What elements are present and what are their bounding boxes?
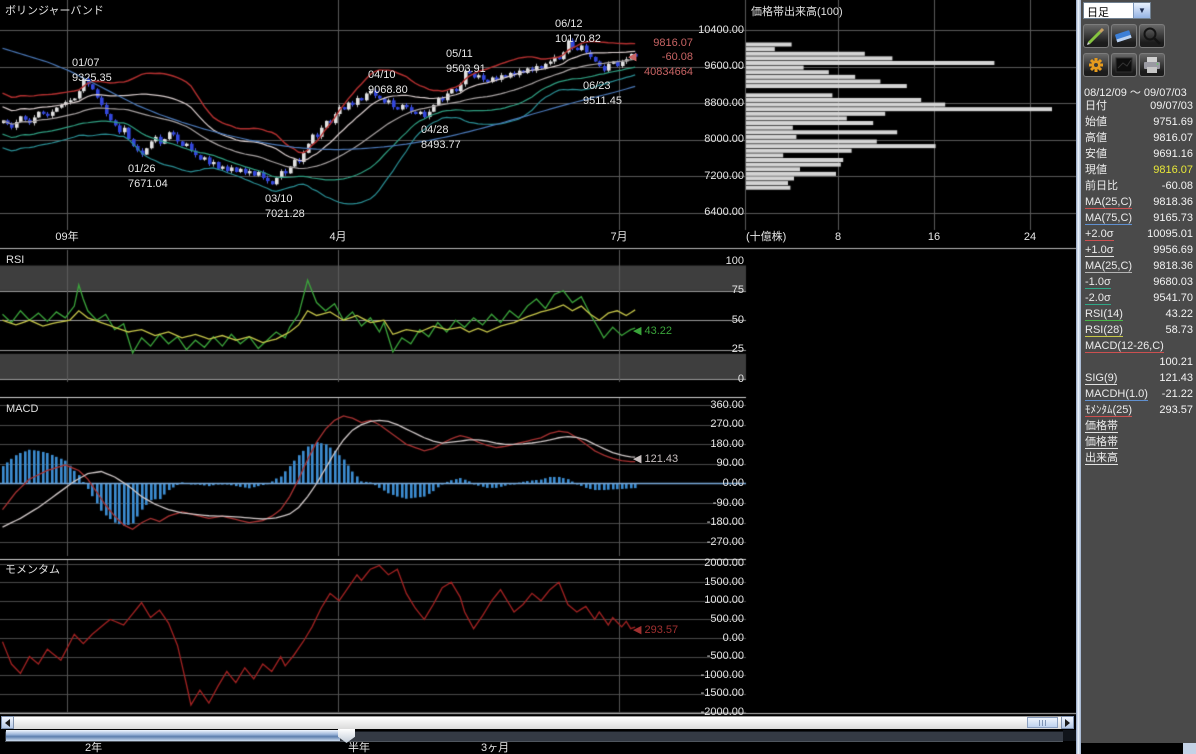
indicator-link[interactable]: RSI(28) — [1085, 324, 1123, 337]
indicator-value: 9818.36 — [1153, 196, 1193, 208]
indicator-value: 9680.03 — [1153, 276, 1193, 288]
indicator-value-list: 日付 09/07/03 始値 9751.69 高値 9816.07 安値 9691.16 現値 9… — [1081, 98, 1196, 466]
indicator-row: MACDH(1.0) -21.22 — [1081, 386, 1196, 402]
indicator-value: 121.43 — [1159, 372, 1193, 384]
left-arrow-icon — [1, 719, 10, 727]
indicator-row: MA(25,C) 9818.36 — [1081, 258, 1196, 274]
pencil-icon — [1085, 26, 1107, 46]
zoom-out-button[interactable] — [1139, 24, 1165, 48]
range-slider-end-cap — [1063, 730, 1076, 741]
gear-icon — [1085, 55, 1107, 75]
indicator-link[interactable]: RSI(14) — [1085, 308, 1123, 321]
indicator-row: MACD(12-26,C) — [1081, 338, 1196, 354]
indicator-link[interactable]: MA(25,C) — [1085, 260, 1132, 273]
indicator-value: 100.21 — [1159, 356, 1193, 368]
indicator-value: 43.22 — [1165, 308, 1193, 320]
indicator-link[interactable]: 出来高 — [1085, 452, 1118, 465]
indicator-link[interactable]: ﾓﾒﾝﾀﾑ(25) — [1085, 404, 1132, 417]
indicator-label: 現値 — [1085, 164, 1107, 176]
chart-canvas[interactable] — [0, 0, 1076, 716]
indicator-row: 出来高 — [1081, 450, 1196, 466]
timeframe-select[interactable]: 日足 ▼ — [1083, 2, 1151, 19]
eraser-button[interactable] — [1111, 24, 1137, 48]
draw-line-button[interactable] — [1083, 24, 1109, 48]
printer-icon — [1141, 55, 1163, 75]
indicator-label: 日付 — [1085, 100, 1107, 112]
indicator-row: ﾓﾒﾝﾀﾑ(25) 293.57 — [1081, 402, 1196, 418]
print-button[interactable] — [1139, 53, 1165, 77]
chart-window-button[interactable] — [1111, 53, 1137, 77]
indicator-link[interactable]: +1.0σ — [1085, 244, 1114, 257]
magnifier-icon — [1141, 26, 1163, 46]
indicator-row: 安値 9691.16 — [1081, 146, 1196, 162]
indicator-link[interactable]: SIG(9) — [1085, 372, 1117, 385]
indicator-link[interactable]: MA(25,C) — [1085, 196, 1132, 209]
range-2y[interactable]: 2年 — [85, 742, 102, 754]
eraser-icon — [1113, 26, 1135, 46]
indicator-link[interactable]: +2.0σ — [1085, 228, 1114, 241]
indicator-row: +1.0σ 9956.69 — [1081, 242, 1196, 258]
indicator-row: MA(25,C) 9818.36 — [1081, 194, 1196, 210]
indicator-link[interactable]: MACD(12-26,C) — [1085, 340, 1164, 353]
indicator-value: 09/07/03 — [1150, 100, 1193, 112]
indicator-row: 始値 9751.69 — [1081, 114, 1196, 130]
indicator-row: RSI(14) 43.22 — [1081, 306, 1196, 322]
indicator-value: 9816.07 — [1153, 164, 1193, 176]
indicator-row: -2.0σ 9541.70 — [1081, 290, 1196, 306]
sidebar: 日足 ▼ 08/12/09 ～ 09/07/03 日付09/07/03始値975… — [1081, 0, 1196, 743]
indicator-row: SIG(9) 121.43 — [1081, 370, 1196, 386]
indicator-value: 9816.07 — [1153, 132, 1193, 144]
range-slider-fill — [6, 730, 340, 741]
indicator-row: 日付 09/07/03 — [1081, 98, 1196, 114]
range-6m[interactable]: 半年 — [348, 742, 370, 754]
resize-grip[interactable] — [1183, 743, 1196, 754]
timeframe-value: 日足 — [1084, 3, 1133, 18]
indicator-row: 100.21 — [1081, 354, 1196, 370]
indicator-value: 9751.69 — [1153, 116, 1193, 128]
indicator-value: 9956.69 — [1153, 244, 1193, 256]
indicator-value: 10095.01 — [1147, 228, 1193, 240]
indicator-row: -1.0σ 9680.03 — [1081, 274, 1196, 290]
right-arrow-icon — [1065, 719, 1074, 727]
settings-button[interactable] — [1083, 53, 1109, 77]
indicator-link[interactable]: MACDH(1.0) — [1085, 388, 1148, 401]
scroll-left-button[interactable] — [1, 716, 14, 729]
chart-application-window: ボリンジャーバンド価格帯出来高(100)RSIMACDモメンタム10400.00… — [0, 0, 1196, 754]
indicator-value: -60.08 — [1162, 180, 1193, 192]
chevron-down-icon[interactable]: ▼ — [1133, 3, 1150, 18]
indicator-value: -21.22 — [1162, 388, 1193, 400]
indicator-label: 始値 — [1085, 116, 1107, 128]
indicator-label: 前日比 — [1085, 180, 1118, 192]
indicator-row: MA(75,C) 9165.73 — [1081, 210, 1196, 226]
indicator-row: 価格帯 — [1081, 434, 1196, 450]
indicator-value: 9541.70 — [1153, 292, 1193, 304]
indicator-row: +2.0σ 10095.01 — [1081, 226, 1196, 242]
indicator-row: 価格帯 — [1081, 418, 1196, 434]
indicator-value: 9165.73 — [1153, 212, 1193, 224]
indicator-row: RSI(28) 58.73 — [1081, 322, 1196, 338]
indicator-value: 9818.36 — [1153, 260, 1193, 272]
indicator-value: 58.73 — [1165, 324, 1193, 336]
indicator-row: 現値 9816.07 — [1081, 162, 1196, 178]
indicator-link[interactable]: MA(75,C) — [1085, 212, 1132, 225]
range-3m[interactable]: 3ヶ月 — [481, 742, 509, 754]
indicator-label: 安値 — [1085, 148, 1107, 160]
scrollbar-thumb[interactable] — [1027, 717, 1058, 728]
indicator-link[interactable]: -2.0σ — [1085, 292, 1111, 305]
indicator-row: 高値 9816.07 — [1081, 130, 1196, 146]
indicator-value: 9691.16 — [1153, 148, 1193, 160]
indicator-value: 293.57 — [1159, 404, 1193, 416]
indicator-row: 前日比 -60.08 — [1081, 178, 1196, 194]
chart-icon — [1113, 55, 1135, 75]
scroll-right-button[interactable] — [1061, 716, 1074, 729]
indicator-label: 高値 — [1085, 132, 1107, 144]
indicator-link[interactable]: 価格帯 — [1085, 436, 1118, 449]
indicator-link[interactable]: -1.0σ — [1085, 276, 1111, 289]
indicator-link[interactable]: 価格帯 — [1085, 420, 1118, 433]
scrollbar-track[interactable] — [14, 716, 1061, 729]
